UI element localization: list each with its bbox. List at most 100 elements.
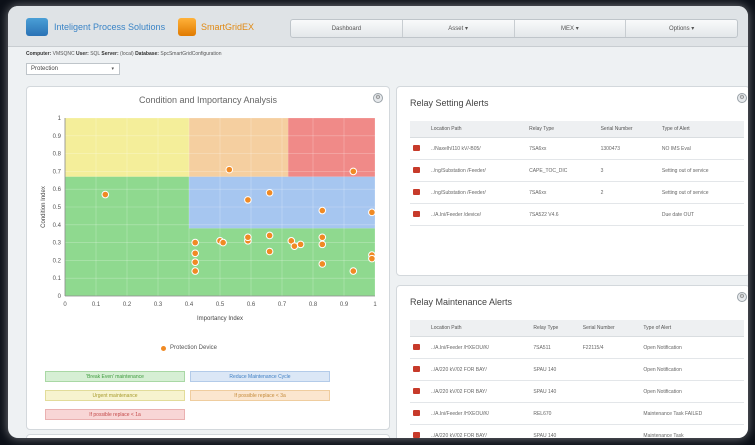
relay-icon[interactable] — [413, 188, 420, 195]
relay-icon-cell — [410, 203, 428, 226]
column-header[interactable]: Relay Type — [526, 121, 598, 138]
relay-icon[interactable] — [413, 431, 420, 438]
table-row[interactable]: ../ng/Substation /Feeder/7SA6xx 2 Setting … — [410, 181, 744, 204]
analysis-panel: ⚙ Condition and Importancy Analysis 0 0.1… — [26, 86, 390, 430]
maintenance-alerts-panel: ⚙ Relay Maintenance Alerts Location Path… — [396, 285, 748, 438]
maintenance-alerts-table: Location Path Relay Type Serial Number T… — [410, 320, 744, 438]
table-cell: REL670 — [530, 402, 580, 425]
column-header[interactable]: Location Path — [428, 121, 527, 138]
x-tick-label: 0.3 — [154, 302, 163, 308]
table-cell — [579, 402, 641, 425]
relay-icon[interactable] — [413, 409, 420, 416]
table-cell: 3 — [597, 159, 659, 182]
data-point — [265, 188, 274, 197]
relay-icon[interactable] — [413, 144, 420, 151]
x-tick-label: 0.4 — [185, 302, 194, 308]
product-logo-icon — [178, 18, 196, 36]
maintenance-alerts-title: Relay Maintenance Alerts — [410, 297, 513, 307]
data-point — [318, 233, 327, 242]
x-tick-label: 0.9 — [340, 302, 349, 308]
reduce-cycle-button[interactable]: Reduce Maintenance Cycle — [190, 371, 330, 382]
category-select[interactable]: Protection ▾ — [26, 63, 120, 75]
table-cell: SPAU 140 — [530, 380, 580, 403]
column-header[interactable]: Location Path — [428, 320, 531, 337]
break-even-button[interactable]: 'Break Even' maintenance — [45, 371, 185, 382]
table-row[interactable]: ../A/220 kV/02 FOR BAY/SPAU 140 Open Noti… — [410, 358, 744, 381]
nav-options[interactable]: Options ▾ — [626, 20, 737, 37]
urgent-maintenance-button[interactable]: Urgent maintenance — [45, 390, 185, 401]
column-header[interactable]: Serial Number — [579, 320, 641, 337]
database-value: SpcSmartGridConfiguration — [160, 51, 222, 57]
table-cell: ../A.Ini/Feeder /device/ — [428, 203, 527, 226]
table-row[interactable]: ../Naxelh/110 kV/-B05/7SA6xx 1300473 NO IM… — [410, 137, 744, 160]
data-point — [368, 208, 376, 217]
table-cell — [579, 358, 641, 381]
x-tick-label: 0.6 — [247, 302, 256, 308]
table-cell: ../A/220 kV/02 FOR BAY/ — [428, 358, 531, 381]
nav-dashboard[interactable]: Dashboard — [291, 20, 403, 37]
brand-logo-icon — [26, 18, 48, 36]
table-cell: Maintenance Task — [640, 424, 744, 438]
relay-icon[interactable] — [413, 166, 420, 173]
zone-area — [288, 118, 375, 177]
table-cell: Open Notification — [640, 336, 744, 359]
data-point — [318, 260, 327, 268]
column-header[interactable]: Serial Number — [597, 121, 659, 138]
table-cell: Maintenance Task FAILED — [640, 402, 744, 425]
table-row[interactable]: ../A/220 kV/02 FOR BAY/SPAU 140 Open Noti… — [410, 380, 744, 403]
user-value: SQL — [90, 51, 101, 57]
brand-name: Inteligent Process Solutions — [54, 22, 166, 32]
main-nav: Dashboard Asset ▾ MEX ▾ Options ▾ — [290, 19, 738, 38]
gear-icon[interactable]: ⚙ — [737, 93, 747, 103]
setting-alerts-table: Location Path Relay Type Serial Number T… — [410, 121, 744, 226]
table-cell: Setting out of service — [658, 181, 744, 204]
database-label: Database: — [135, 51, 159, 57]
data-point — [225, 165, 234, 174]
table-cell: 7SA522 V4.6 — [526, 203, 598, 226]
legend-label: Protection Device — [170, 345, 218, 351]
table-row[interactable]: ../ng/Substation /Feeder/CAPE_TOC_DIC 3 Se… — [410, 159, 744, 182]
replace-3a-button[interactable]: If possible replace < 3a — [190, 390, 330, 401]
x-tick-label: 1 — [373, 302, 377, 308]
table-row[interactable]: ../A/220 kV/02 FOR BAY/SPAU 140 Maintenan… — [410, 424, 744, 438]
table-row[interactable]: ../A.Ini/Feeder /HXEOU/K/7SA511 F22115/4 O… — [410, 336, 744, 359]
data-point — [101, 190, 110, 199]
icon-column-header — [410, 320, 428, 337]
table-cell: Due date OUT — [658, 203, 744, 226]
header-bar: Inteligent Process Solutions SmartGridEX… — [8, 6, 748, 47]
server-value: (local) — [120, 51, 134, 57]
nav-asset[interactable]: Asset ▾ — [403, 20, 515, 37]
relay-icon[interactable] — [413, 210, 420, 217]
y-tick-label: 1 — [58, 116, 62, 122]
y-tick-label: 0.8 — [53, 152, 62, 158]
relay-icon[interactable] — [413, 343, 420, 350]
column-header[interactable]: Type of Alert — [640, 320, 744, 337]
column-header[interactable]: Relay Type — [530, 320, 580, 337]
replace-1a-button[interactable]: If possible replace < 1a — [45, 409, 185, 420]
table-row[interactable]: ../A.Ini/Feeder /device/7SA522 V4.6 Due d… — [410, 203, 744, 226]
column-header[interactable]: Type of Alert — [658, 121, 744, 138]
table-cell: ../ng/Substation /Feeder/ — [428, 181, 527, 204]
legend-marker — [161, 345, 166, 351]
app-window: Inteligent Process Solutions SmartGridEX… — [8, 6, 748, 438]
y-tick-label: 0.1 — [53, 276, 62, 282]
table-cell: NO IMS Eval — [658, 137, 744, 160]
data-point — [191, 238, 199, 247]
table-cell: ../Naxelh/110 kV/-B05/ — [428, 137, 527, 160]
brand-logo[interactable]: Inteligent Process Solutions — [26, 17, 165, 37]
table-cell — [579, 380, 641, 403]
relay-icon[interactable] — [413, 387, 420, 394]
data-point — [191, 267, 199, 275]
gear-icon[interactable]: ⚙ — [737, 292, 747, 302]
product-logo[interactable]: SmartGridEX — [178, 17, 254, 37]
table-cell: SPAU 140 — [530, 358, 580, 381]
relay-icon[interactable] — [413, 365, 420, 372]
y-tick-label: 0.6 — [53, 187, 62, 193]
computer-value: VMSQNC — [52, 51, 75, 57]
table-cell — [579, 424, 641, 438]
nav-mex[interactable]: MEX ▾ — [515, 20, 627, 37]
data-point — [265, 247, 274, 256]
x-tick-label: 0.7 — [278, 302, 287, 308]
relay-icon-cell — [410, 358, 428, 381]
table-row[interactable]: ../A.Ini/Feeder /HXEOU/K/REL670 Maintenan… — [410, 402, 744, 425]
